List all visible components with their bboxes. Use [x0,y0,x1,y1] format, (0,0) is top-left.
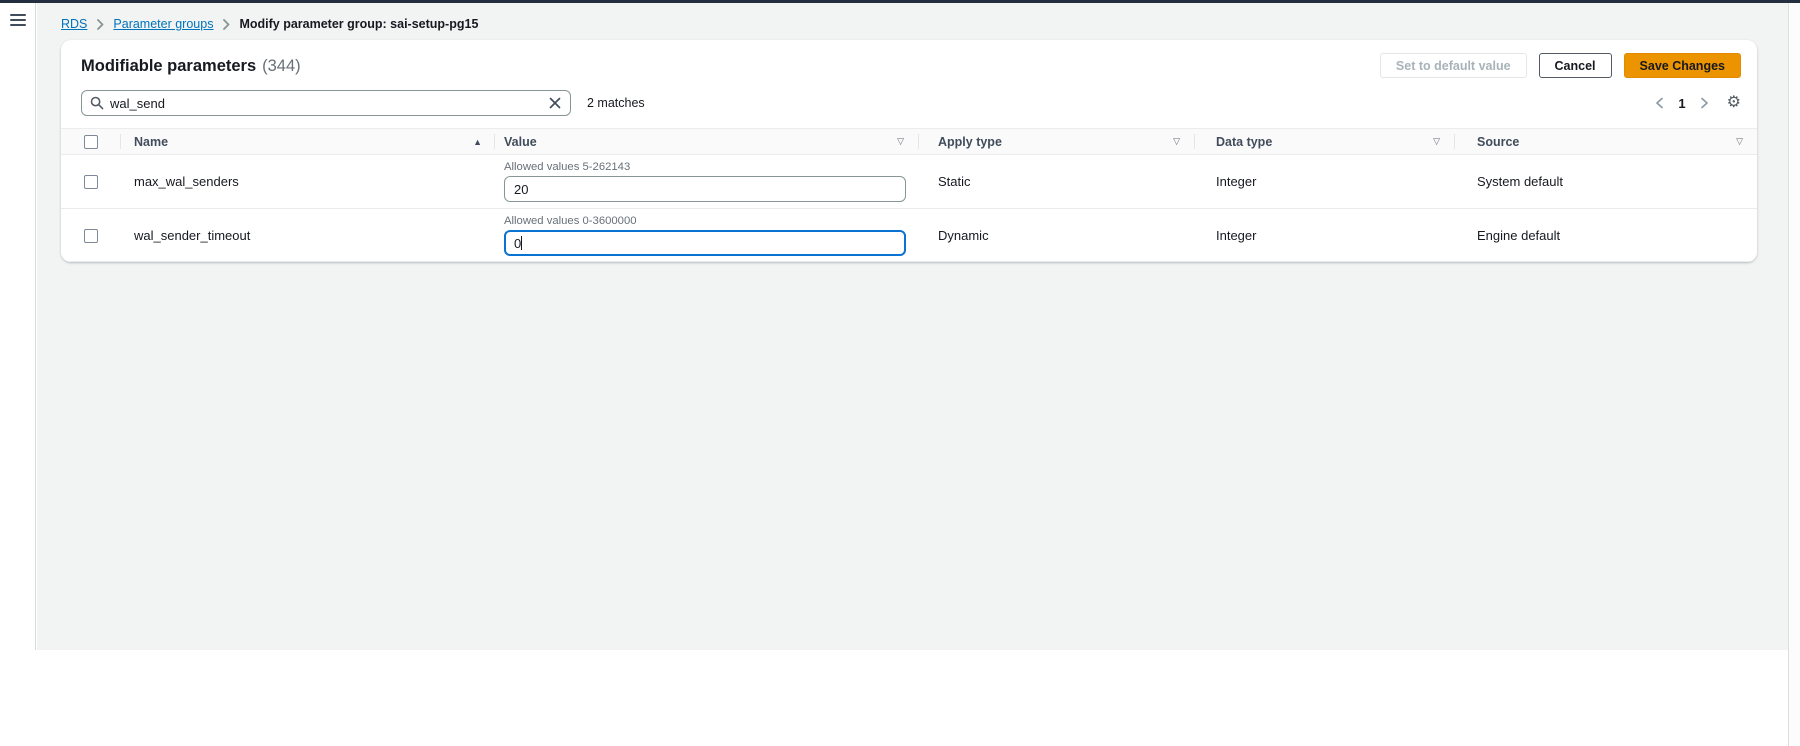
pagination: 1 [1653,95,1710,111]
parameter-value-cell: Allowed values 0-3600000 [494,209,918,262]
breadcrumb-link-rds[interactable]: RDS [61,17,87,31]
current-page-number[interactable]: 1 [1675,96,1688,111]
parameter-count: (344) [262,57,301,75]
parameter-value-cell: Allowed values 5-262143 [494,155,918,208]
apply-type-value: Dynamic [918,228,1194,243]
collapsed-side-navigation [0,3,36,650]
row-checkbox[interactable] [84,229,98,243]
header-actions: Set to default value Cancel Save Changes [1380,53,1741,78]
allowed-values-hint: Allowed values 5-262143 [504,161,908,173]
chevron-left-icon[interactable] [1653,95,1666,111]
main-content-area: RDS Parameter groups Modify parameter gr… [37,3,1788,650]
chevron-right-icon [222,19,230,30]
data-type-value: Integer [1194,228,1454,243]
modifiable-parameters-panel: Modifiable parameters (344) Set to defaul… [61,40,1757,262]
allowed-values-hint: Allowed values 0-3600000 [504,215,908,227]
page-title: Modifiable parameters (344) [81,56,301,76]
parameter-name: wal_sender_timeout [120,228,494,243]
column-header-apply-type[interactable]: Apply type ▽ [918,129,1194,154]
match-count-text: 2 matches [587,96,645,110]
table-toolbar: 2 matches 1 ⚙ [61,84,1757,128]
source-value: System default [1454,174,1757,189]
hamburger-menu-icon[interactable] [10,14,26,26]
value-input[interactable] [504,176,906,202]
top-divider [0,0,1800,3]
column-header-source[interactable]: Source ▽ [1454,129,1757,154]
sort-ascending-icon: ▲ [473,137,482,147]
parameter-name: max_wal_senders [120,174,494,189]
row-select-cell [61,209,120,262]
panel-header: Modifiable parameters (344) Set to defaul… [61,40,1757,84]
value-input-focused[interactable] [504,230,906,256]
breadcrumb-current-page: Modify parameter group: sai-setup-pg15 [239,17,478,31]
gear-icon[interactable]: ⚙ [1727,95,1741,111]
search-icon [90,96,104,110]
column-header-name[interactable]: Name ▲ [120,129,494,154]
column-label: Apply type [938,135,1002,149]
filter-icon: ▽ [1173,136,1180,147]
table-row: max_wal_senders Allowed values 5-262143 … [61,155,1757,209]
select-all-cell [61,129,120,154]
parameter-search-box [81,90,571,116]
column-header-value[interactable]: Value ▽ [494,129,918,154]
filter-icon: ▽ [1736,136,1743,147]
window-scrollbar-track[interactable] [1788,3,1800,746]
source-value: Engine default [1454,228,1757,243]
row-select-cell [61,155,120,208]
search-input[interactable] [110,96,543,111]
filter-icon: ▽ [897,136,904,147]
column-label: Source [1477,135,1519,149]
chevron-right-icon [96,19,104,30]
panel-title-text: Modifiable parameters [81,57,256,75]
table-header-row: Name ▲ Value ▽ Apply type ▽ Data type ▽ … [61,128,1757,155]
data-type-value: Integer [1194,174,1454,189]
column-label: Value [504,135,537,149]
column-label: Data type [1216,135,1272,149]
apply-type-value: Static [918,174,1194,189]
column-header-data-type[interactable]: Data type ▽ [1194,129,1454,154]
breadcrumb-link-parameter-groups[interactable]: Parameter groups [113,17,213,31]
close-icon[interactable] [549,97,561,109]
column-label: Name [134,135,168,149]
filter-icon: ▽ [1433,136,1440,147]
text-cursor [521,236,522,250]
cancel-button[interactable]: Cancel [1539,53,1612,78]
select-all-checkbox[interactable] [84,135,98,149]
chevron-right-icon[interactable] [1698,95,1711,111]
save-changes-button[interactable]: Save Changes [1624,53,1741,78]
set-to-default-value-button[interactable]: Set to default value [1380,53,1527,78]
row-checkbox[interactable] [84,175,98,189]
breadcrumb: RDS Parameter groups Modify parameter gr… [61,17,478,31]
table-row: wal_sender_timeout Allowed values 0-3600… [61,209,1757,262]
